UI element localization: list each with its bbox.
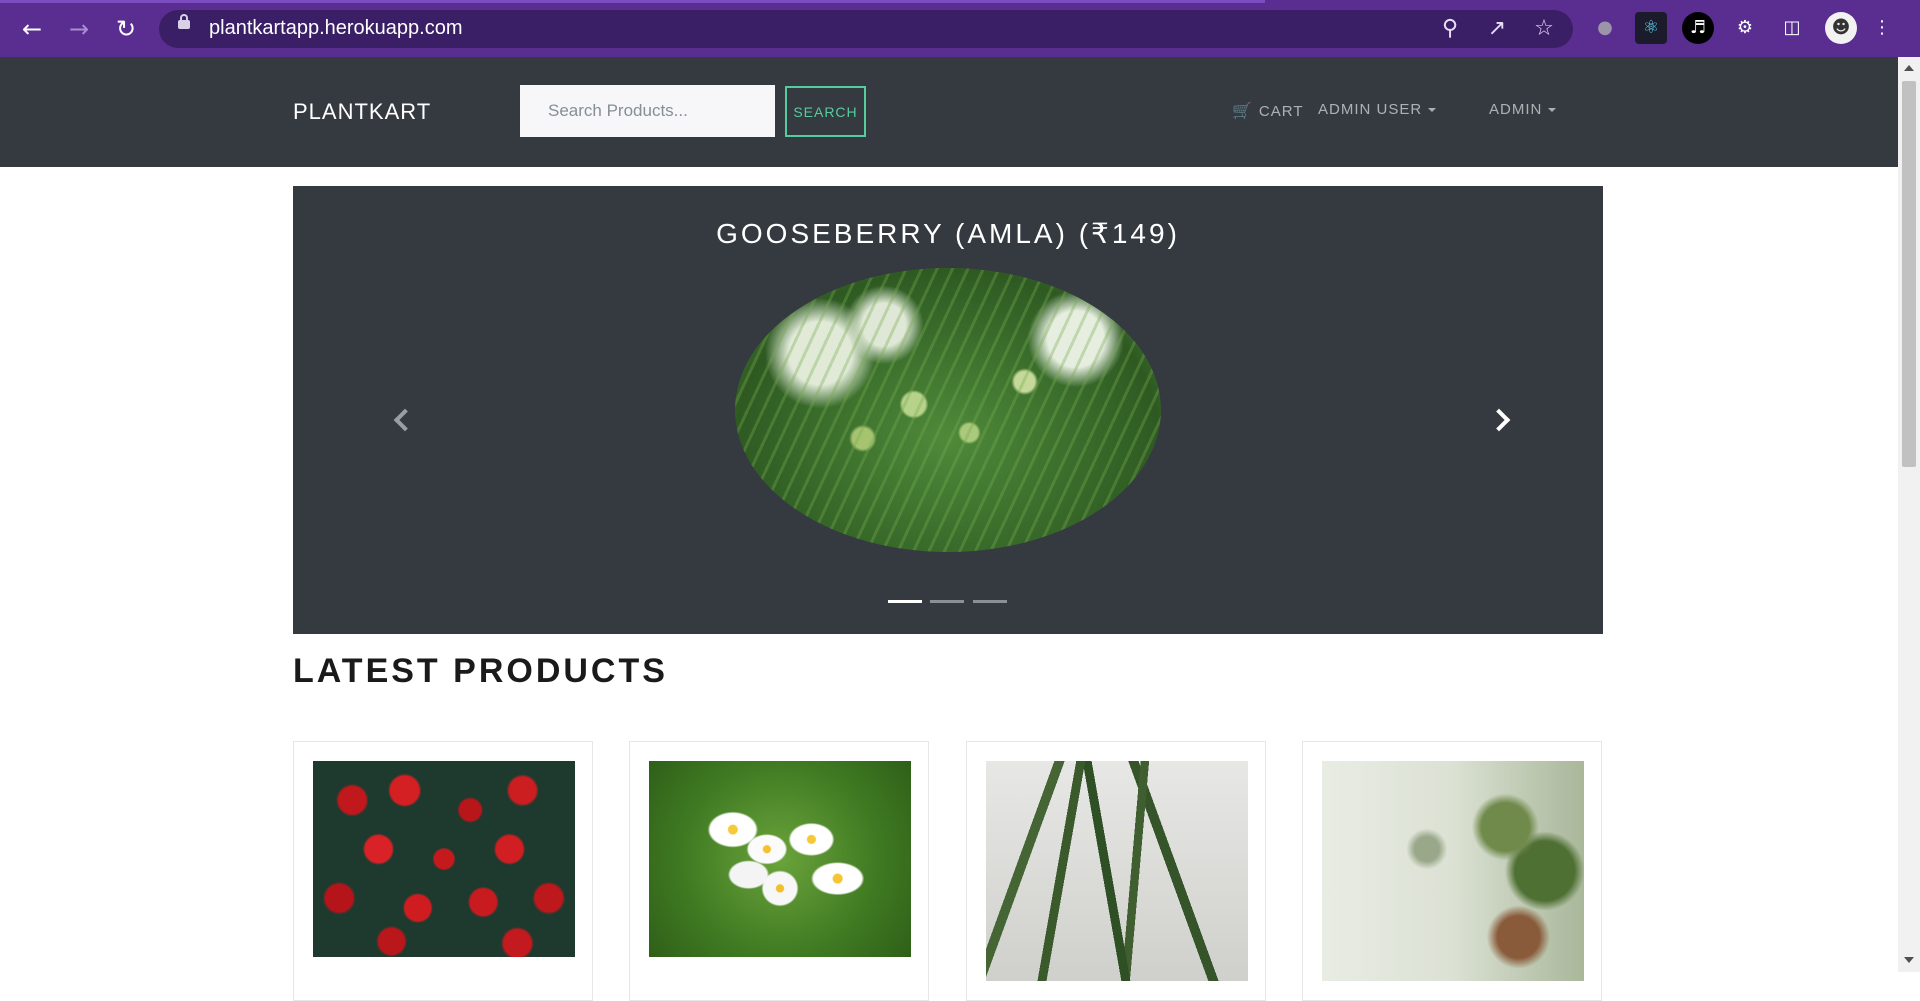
search-input[interactable] [520,85,775,137]
scrollbar-thumb[interactable] [1902,81,1916,467]
carousel-next-icon[interactable] [1489,408,1513,432]
extension-icon[interactable]: ● [1589,12,1621,44]
product-card[interactable] [966,741,1266,1001]
address-bar-url[interactable]: plantkartapp.herokuapp.com [209,17,463,40]
product-image[interactable] [649,761,911,957]
zoom-icon[interactable]: ⚲ [1437,16,1463,42]
carousel-indicator[interactable] [888,600,922,603]
side-panel-icon[interactable]: ◫ [1776,12,1808,44]
puzzle-extensions-icon[interactable]: ⚙ [1729,12,1761,44]
product-image[interactable] [313,761,575,957]
react-devtools-icon[interactable]: ⚛ [1635,12,1667,44]
share-icon[interactable]: ↗ [1484,16,1510,42]
caret-down-icon [1428,108,1437,113]
lock-icon[interactable] [178,14,190,29]
reload-icon[interactable]: ↻ [112,15,140,43]
cart-icon: 🛒 [1232,103,1253,120]
carousel-indicator[interactable] [930,600,964,603]
brand-logo[interactable]: PLANTKART [293,99,431,125]
admin-menu-dropdown[interactable]: ADMIN [1489,101,1557,118]
search-button[interactable]: SEARCH [785,86,866,137]
carousel-indicator[interactable] [973,600,1007,603]
product-image[interactable] [986,761,1248,981]
carousel-slide-image[interactable] [735,268,1161,552]
admin-menu-label: ADMIN [1489,101,1543,118]
browser-toolbar: ← → ↻ plantkartapp.herokuapp.com ⚲ ↗ ☆ ●… [0,0,1920,57]
caret-down-icon [1548,108,1557,113]
tab-strip-edge [0,0,1265,3]
page-scrollbar[interactable] [1898,57,1920,972]
back-icon[interactable]: ← [18,15,46,43]
carousel-slide-title[interactable]: GOOSEBERRY (AMLA) (₹149) [293,217,1603,250]
cart-label: CART [1258,103,1304,120]
scroll-up-icon[interactable] [1904,65,1914,71]
forward-icon[interactable]: → [65,15,93,43]
audio-extension-icon[interactable]: ♬ [1682,12,1714,44]
user-menu-label: ADMIN USER [1318,101,1423,118]
latest-products-heading: LATEST PRODUCTS [293,652,668,690]
profile-avatar-icon[interactable]: ☻ [1825,12,1857,44]
product-carousel: GOOSEBERRY (AMLA) (₹149) [293,186,1603,634]
product-card[interactable] [629,741,929,1001]
site-navbar: PLANTKART SEARCH 🛒 CART ADMIN USER ADMIN [0,57,1898,167]
product-image[interactable] [1322,761,1584,981]
user-menu-dropdown[interactable]: ADMIN USER [1318,101,1437,118]
cart-link[interactable]: 🛒 CART [1232,101,1303,121]
product-card[interactable] [293,741,593,1001]
bookmark-star-icon[interactable]: ☆ [1531,16,1557,42]
product-card[interactable] [1302,741,1602,1001]
scroll-down-icon[interactable] [1904,957,1914,963]
carousel-prev-icon[interactable] [388,408,412,432]
menu-kebab-icon[interactable]: ⋮ [1872,12,1892,44]
